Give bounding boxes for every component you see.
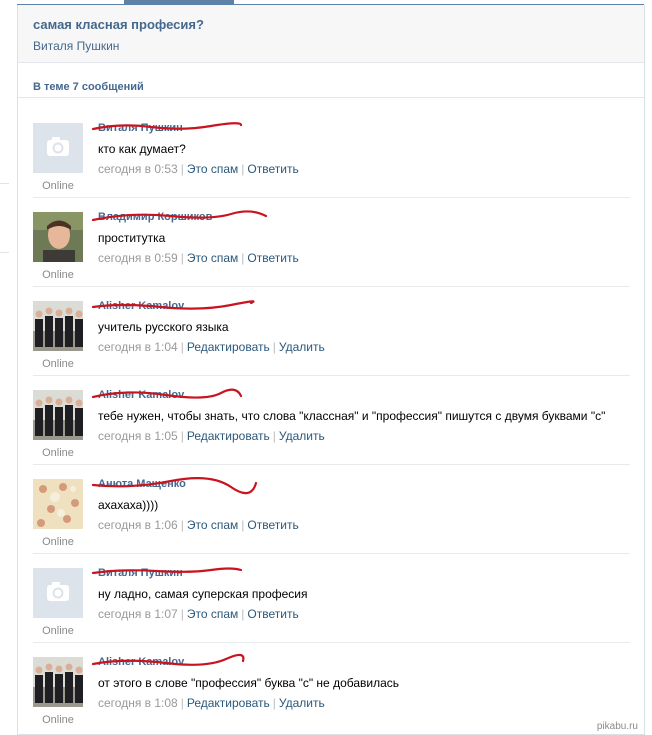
separator: |: [272, 429, 276, 443]
report-spam-link[interactable]: Это спам: [187, 251, 238, 265]
post-item: Online Виталя Пушкин ну ладно, самая супер…: [33, 554, 630, 643]
user-avatar[interactable]: [33, 479, 83, 529]
red-scribble-mark: [91, 210, 268, 222]
post-meta: сегодня в 1:04 | Редактировать | Удалить: [98, 340, 325, 354]
online-status: Online: [42, 180, 74, 192]
post-meta: сегодня в 1:06 | Это спам | Ответить: [98, 518, 299, 532]
post-text: проститутка: [98, 231, 166, 245]
reply-link[interactable]: Ответить: [247, 162, 298, 176]
post-text: кто как думает?: [98, 142, 186, 156]
online-status: Online: [42, 358, 74, 370]
post-meta: сегодня в 1:08 | Редактировать | Удалить: [98, 696, 325, 710]
separator: |: [180, 162, 184, 176]
post-meta: сегодня в 0:59 | Это спам | Ответить: [98, 251, 299, 265]
thread-header: самая класная професия? Виталя Пушкин: [18, 5, 644, 63]
separator: |: [241, 607, 245, 621]
topic-panel: самая класная професия? Виталя Пушкин В …: [17, 5, 645, 735]
online-status: Online: [42, 625, 74, 637]
post-item: Online Alisher Kamalov тебе нужен, чтобы з…: [33, 376, 630, 465]
separator: |: [180, 429, 184, 443]
left-divider: [0, 183, 9, 184]
post-text: от этого в слове "профессия" буква "с" н…: [98, 676, 400, 690]
post-timestamp[interactable]: сегодня в 1:07: [98, 607, 178, 621]
report-spam-link[interactable]: Это спам: [187, 518, 238, 532]
separator: |: [180, 251, 184, 265]
separator: |: [272, 340, 276, 354]
post-item: Online Alisher Kamalov учитель русского яз…: [33, 287, 630, 376]
online-status: Online: [42, 714, 74, 726]
post-timestamp[interactable]: сегодня в 1:08: [98, 696, 178, 710]
post-timestamp[interactable]: сегодня в 1:04: [98, 340, 178, 354]
red-scribble-mark: [91, 300, 255, 310]
camera-placeholder-avatar[interactable]: [33, 123, 83, 173]
separator: |: [180, 518, 184, 532]
red-scribble-mark: [91, 388, 243, 399]
post-timestamp[interactable]: сегодня в 1:05: [98, 429, 178, 443]
watermark: pikabu.ru: [596, 721, 638, 732]
red-scribble-mark: [91, 653, 245, 666]
red-scribble-mark: [91, 567, 243, 575]
thread-author-link[interactable]: Виталя Пушкин: [33, 39, 119, 53]
edit-link[interactable]: Редактировать: [187, 429, 270, 443]
post-meta: сегодня в 1:07 | Это спам | Ответить: [98, 607, 299, 621]
report-spam-link[interactable]: Это спам: [187, 607, 238, 621]
reply-link[interactable]: Ответить: [247, 607, 298, 621]
camera-placeholder-avatar[interactable]: [33, 568, 83, 618]
post-text: ну ладно, самая суперская професия: [98, 587, 308, 601]
thread-title: самая класная професия?: [33, 17, 204, 32]
post-text: тебе нужен, чтобы знать, что слова "клас…: [98, 409, 606, 423]
separator: |: [272, 696, 276, 710]
reply-link[interactable]: Ответить: [247, 251, 298, 265]
post-meta: сегодня в 0:53 | Это спам | Ответить: [98, 162, 299, 176]
post-timestamp[interactable]: сегодня в 0:59: [98, 251, 178, 265]
separator: |: [180, 340, 184, 354]
user-avatar[interactable]: [33, 301, 83, 351]
delete-link[interactable]: Удалить: [279, 429, 325, 443]
red-scribble-mark: [91, 122, 243, 131]
online-status: Online: [42, 269, 74, 281]
delete-link[interactable]: Удалить: [279, 340, 325, 354]
user-avatar[interactable]: [33, 212, 83, 262]
post-text: ахахаха)))): [98, 498, 159, 512]
separator: |: [180, 696, 184, 710]
online-status: Online: [42, 536, 74, 548]
user-avatar[interactable]: [33, 657, 83, 707]
post-meta: сегодня в 1:05 | Редактировать | Удалить: [98, 429, 325, 443]
message-count-bar: В теме 7 сообщений: [18, 63, 644, 98]
reply-link[interactable]: Ответить: [247, 518, 298, 532]
user-avatar[interactable]: [33, 390, 83, 440]
delete-link[interactable]: Удалить: [279, 696, 325, 710]
left-column-edge: [0, 0, 9, 735]
post-timestamp[interactable]: сегодня в 0:53: [98, 162, 178, 176]
red-scribble-mark: [91, 476, 258, 495]
left-divider: [0, 252, 9, 253]
post-timestamp[interactable]: сегодня в 1:06: [98, 518, 178, 532]
online-status: Online: [42, 447, 74, 459]
post-item: Online Виталя Пушкин кто как думает? сегодн…: [33, 109, 630, 198]
separator: |: [241, 162, 245, 176]
post-item: Online Alisher Kamalov от этого в слове "п…: [33, 643, 630, 732]
separator: |: [241, 251, 245, 265]
post-item: Online Владимир Коршиков проститутка сегодн…: [33, 198, 630, 287]
separator: |: [180, 607, 184, 621]
message-count-label: В теме 7 сообщений: [33, 81, 144, 93]
edit-link[interactable]: Редактировать: [187, 340, 270, 354]
post-text: учитель русского языка: [98, 320, 229, 334]
report-spam-link[interactable]: Это спам: [187, 162, 238, 176]
edit-link[interactable]: Редактировать: [187, 696, 270, 710]
post-item: Online Анюта Мащенко ахахаха)))) сегодня в …: [33, 465, 630, 554]
separator: |: [241, 518, 245, 532]
